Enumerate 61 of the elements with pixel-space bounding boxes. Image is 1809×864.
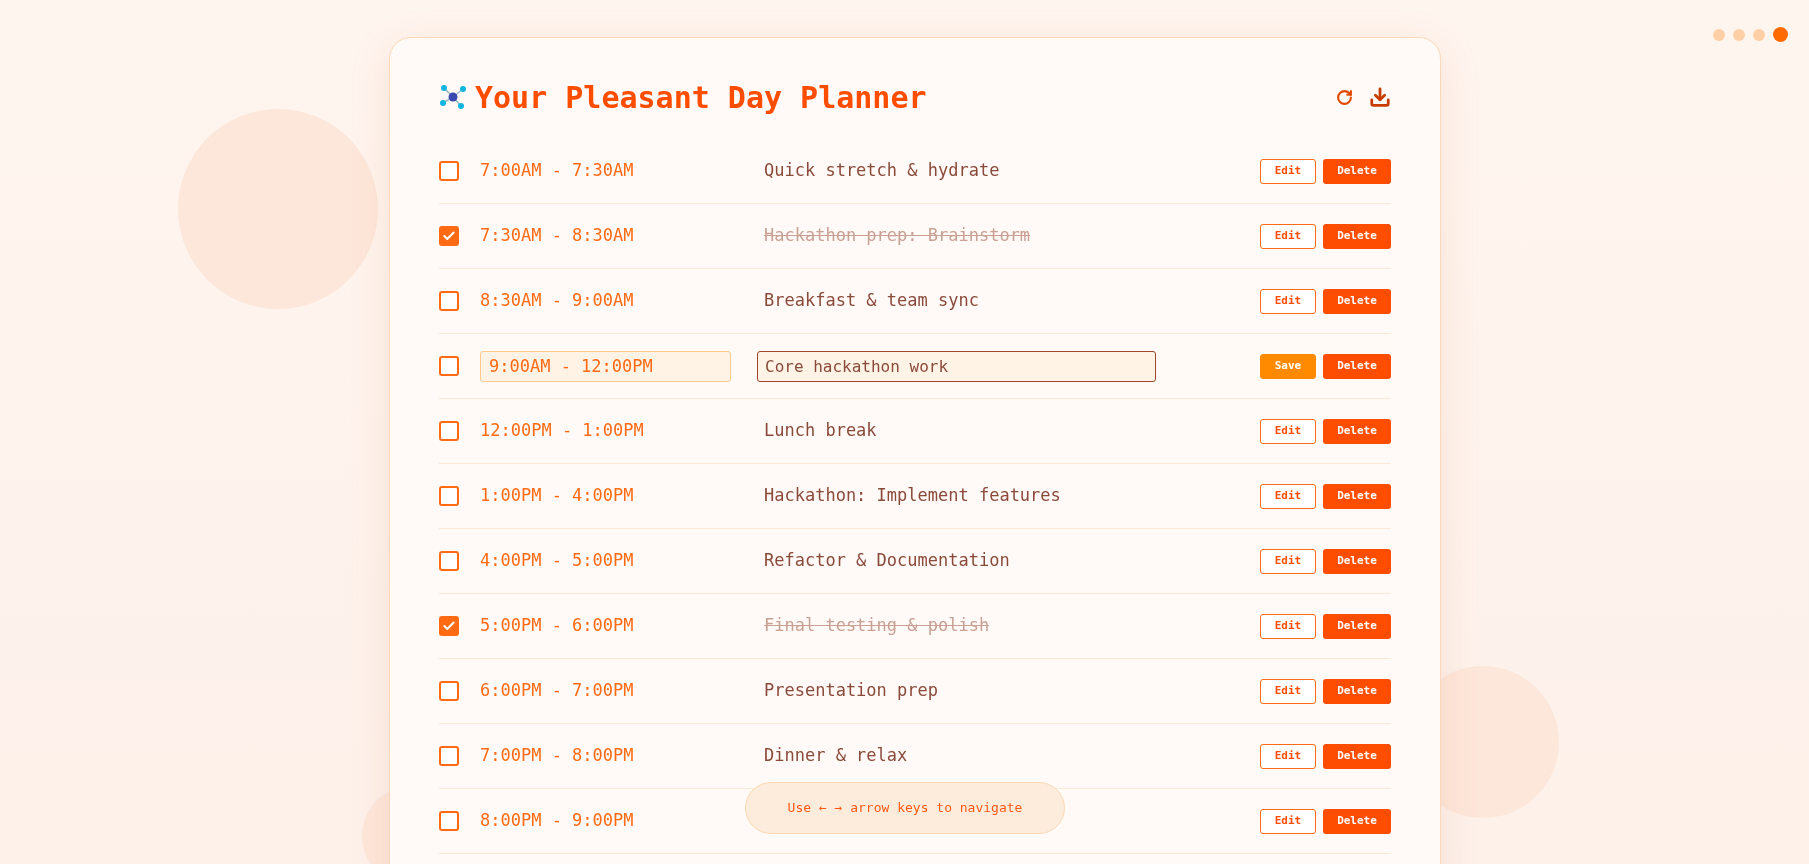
time-range: 5:00PM - 6:00PM [480, 614, 635, 638]
task-input[interactable]: Core hackathon work [757, 350, 1156, 382]
delete-button[interactable]: Delete [1323, 158, 1391, 184]
edit-button[interactable]: Edit [1260, 158, 1316, 184]
task-text: Breakfast & team sync [764, 289, 979, 313]
time-range: 7:30AM - 8:30AM [480, 224, 635, 248]
refresh-icon[interactable] [1336, 88, 1353, 106]
delete-button[interactable]: Delete [1323, 678, 1391, 704]
time-range: 4:00PM - 5:00PM [480, 549, 635, 573]
checkbox[interactable] [439, 161, 459, 181]
checkbox[interactable] [439, 616, 459, 636]
delete-button[interactable]: Delete [1323, 548, 1391, 574]
checkbox[interactable] [439, 746, 459, 766]
time-input[interactable]: 9:00AM - 12:00PM [480, 350, 731, 382]
task-text: Refactor & Documentation [764, 549, 1010, 573]
checkbox[interactable] [439, 551, 459, 571]
delete-button[interactable]: Delete [1323, 808, 1391, 834]
delete-button[interactable]: Delete [1323, 288, 1391, 314]
edit-button[interactable]: Edit [1260, 418, 1316, 444]
delete-button[interactable]: Delete [1323, 613, 1391, 639]
time-range: 7:00AM - 7:30AM [480, 159, 635, 183]
checkbox[interactable] [439, 226, 459, 246]
task-text: Quick stretch & hydrate [764, 159, 1000, 183]
checkbox[interactable] [439, 291, 459, 311]
checkbox[interactable] [439, 681, 459, 701]
edit-button[interactable]: Edit [1260, 613, 1316, 639]
planner-title: Your Pleasant Day Planner [475, 78, 927, 117]
checkbox[interactable] [439, 811, 459, 831]
check-icon [442, 229, 456, 243]
time-range: 8:00PM - 9:00PM [480, 809, 635, 833]
edit-button[interactable]: Edit [1260, 223, 1316, 249]
edit-button[interactable]: Edit [1260, 808, 1316, 834]
checkbox[interactable] [439, 486, 459, 506]
download-icon[interactable] [1369, 86, 1391, 108]
delete-button[interactable]: Delete [1323, 483, 1391, 509]
task-text: Dinner & relax [764, 744, 908, 768]
delete-button[interactable]: Delete [1323, 743, 1391, 769]
time-range: 8:30AM - 9:00AM [480, 289, 635, 313]
check-icon [442, 619, 456, 633]
edit-button[interactable]: Edit [1260, 548, 1316, 574]
delete-button[interactable]: Delete [1323, 223, 1391, 249]
checkbox[interactable] [439, 356, 459, 376]
checkbox[interactable] [439, 421, 459, 441]
network-icon [439, 83, 467, 111]
task-text: Hackathon: Implement features [764, 484, 1061, 508]
task-text: Lunch break [764, 419, 877, 443]
navigation-hint: Use ← → arrow keys to navigate [745, 782, 1065, 834]
time-range: 1:00PM - 4:00PM [480, 484, 635, 508]
task-text: Hackathon prep: Brainstorm [764, 224, 1031, 248]
time-range: 7:00PM - 8:00PM [480, 744, 635, 768]
delete-button[interactable]: Delete [1323, 418, 1391, 444]
edit-button[interactable]: Edit [1260, 288, 1316, 314]
time-range: 6:00PM - 7:00PM [480, 679, 635, 703]
edit-button[interactable]: Edit [1260, 483, 1316, 509]
task-text: Presentation prep [764, 679, 938, 703]
task-text: Final testing & polish [764, 614, 990, 638]
edit-button[interactable]: Edit [1260, 743, 1316, 769]
time-range: 12:00PM - 1:00PM [480, 419, 645, 443]
delete-button[interactable]: Delete [1323, 353, 1391, 379]
save-button[interactable]: Save [1260, 353, 1316, 379]
edit-button[interactable]: Edit [1260, 678, 1316, 704]
